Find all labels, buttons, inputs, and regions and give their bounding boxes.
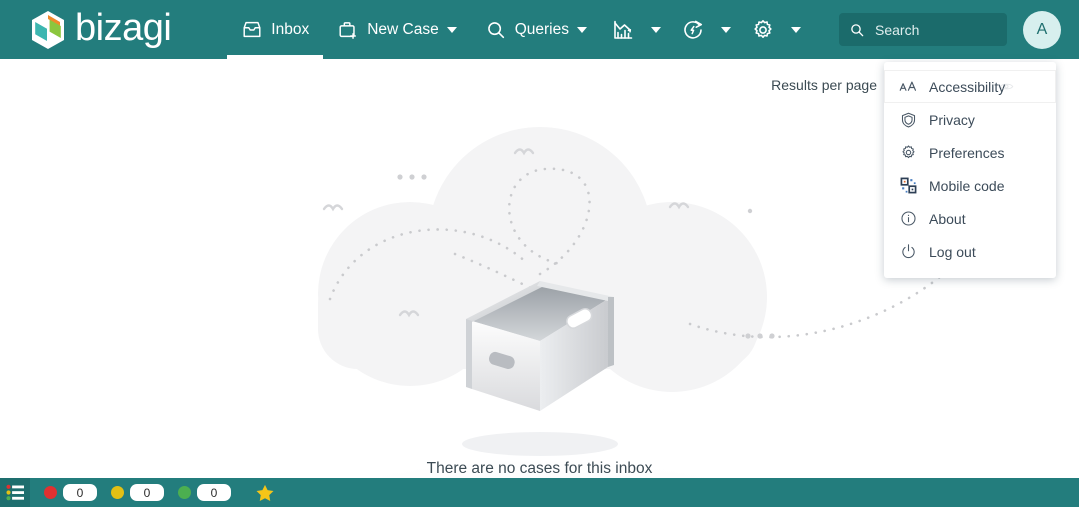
search-input[interactable] [873, 20, 993, 39]
eye-icon [999, 79, 1014, 97]
analytics-chart-icon [611, 18, 635, 42]
status-counter-on-time[interactable]: 0 [178, 484, 231, 501]
status-bar: 0 0 0 [0, 478, 1079, 507]
search-icon [849, 22, 865, 38]
menu-item-privacy-label: Privacy [929, 111, 975, 128]
status-dot-on-time [178, 486, 191, 499]
colored-list-icon[interactable] [0, 478, 30, 507]
avatar[interactable]: A [1023, 11, 1061, 49]
brand-logo[interactable]: bizagi [30, 0, 172, 59]
bizagi-hexagon-logo-icon [30, 10, 66, 50]
chevron-down-icon [791, 26, 801, 33]
nav-item-refresh[interactable] [671, 0, 741, 59]
menu-item-preferences[interactable]: Preferences [884, 136, 1056, 169]
refresh-power-icon [681, 18, 705, 42]
briefcase-plus-icon [337, 19, 359, 41]
menu-item-about-label: About [929, 210, 966, 227]
menu-item-log-out[interactable]: Log out [884, 235, 1056, 268]
menu-item-mobile-code[interactable]: Mobile code [884, 169, 1056, 202]
avatar-initial: A [1036, 21, 1048, 38]
qr-code-icon [898, 177, 918, 194]
nav-item-settings[interactable] [741, 0, 811, 59]
status-dot-overdue [44, 486, 57, 499]
brand-name: bizagi [75, 6, 172, 49]
star-icon[interactable] [255, 483, 275, 503]
inbox-icon [241, 19, 263, 41]
menu-item-accessibility-label: Accessibility [929, 78, 1006, 95]
gear-icon [751, 18, 775, 42]
nav-item-analytics[interactable] [601, 0, 671, 59]
chevron-down-icon [446, 26, 457, 33]
nav-item-queries[interactable]: Queries [471, 0, 601, 59]
status-count-overdue: 0 [63, 484, 97, 501]
chevron-down-icon [721, 26, 731, 33]
gear-icon [898, 144, 918, 161]
search-box[interactable] [839, 13, 1007, 46]
menu-item-preferences-label: Preferences [929, 144, 1005, 161]
menu-item-accessibility[interactable]: Accessibility [884, 70, 1056, 103]
chevron-down-icon [651, 26, 661, 33]
status-count-at-risk: 0 [130, 484, 164, 501]
chevron-down-icon [577, 26, 587, 33]
nav-item-inbox-label: Inbox [271, 20, 310, 38]
menu-item-log-out-label: Log out [929, 243, 976, 260]
shield-icon [898, 111, 918, 129]
nav-item-inbox[interactable]: Inbox [227, 0, 324, 59]
user-menu: Accessibility Privacy Preferences Mobile… [884, 62, 1056, 278]
nav-item-new-case[interactable]: New Case [323, 0, 471, 59]
info-circle-icon [898, 210, 918, 227]
status-counter-at-risk[interactable]: 0 [111, 484, 164, 501]
menu-item-mobile-code-label: Mobile code [929, 177, 1005, 194]
magnifier-icon [485, 19, 507, 41]
status-counter-overdue[interactable]: 0 [44, 484, 97, 501]
empty-state-message: There are no cases for this inbox [426, 460, 653, 477]
nav-item-new-case-label: New Case [367, 20, 439, 38]
top-navbar: bizagi Inbox New Case Queries Search A [0, 0, 1079, 59]
text-size-aa-icon [898, 79, 918, 95]
nav-item-queries-label: Queries [514, 20, 569, 38]
menu-item-about[interactable]: About [884, 202, 1056, 235]
status-dot-at-risk [111, 486, 124, 499]
navbar-items: Inbox New Case Queries [227, 0, 811, 59]
power-icon [898, 243, 918, 260]
status-count-on-time: 0 [197, 484, 231, 501]
menu-item-privacy[interactable]: Privacy [884, 103, 1056, 136]
